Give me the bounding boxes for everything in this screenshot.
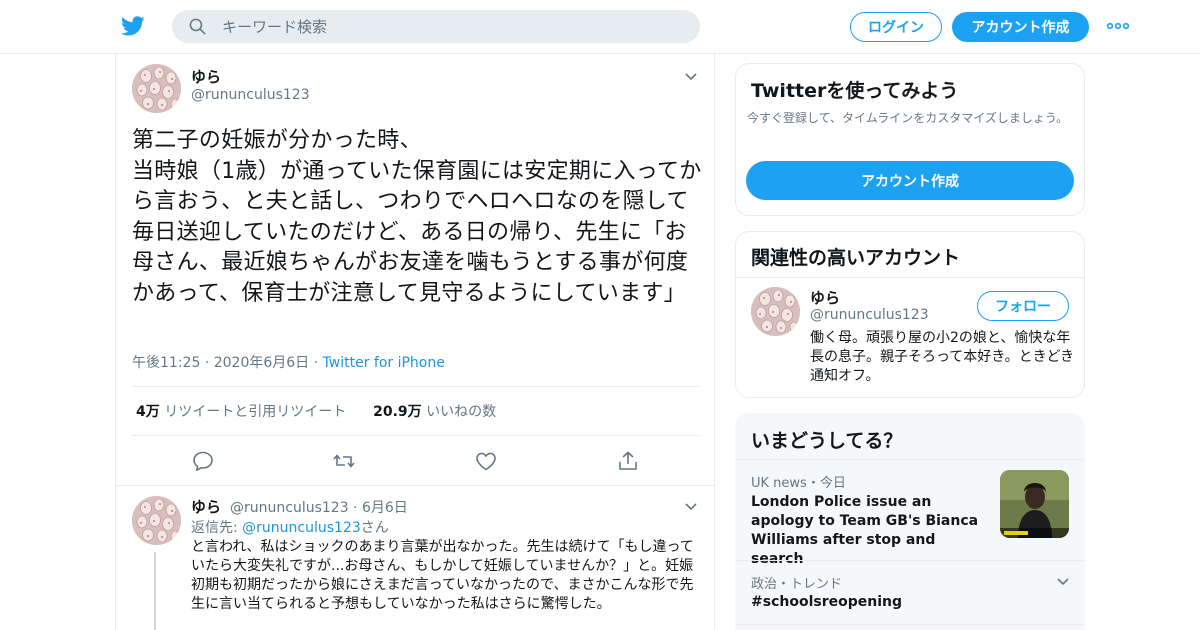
- tweet-stats: 4万 リツイートと引用リツイート 20.9万 いいねの数: [136, 401, 496, 421]
- top-bar: ログイン アカウント作成: [0, 0, 1200, 54]
- separator-dot: ·: [348, 500, 362, 516]
- follow-button[interactable]: フォロー: [977, 291, 1069, 321]
- tweet-author-handle[interactable]: @rununculus123: [191, 87, 310, 103]
- replying-to: 返信先: @rununculus123さん: [191, 517, 389, 537]
- twitter-bird-icon[interactable]: [120, 14, 146, 38]
- reply-author-name[interactable]: ゆら: [191, 496, 221, 517]
- trend-meta: UK news・今日: [751, 476, 846, 491]
- retweet-icon[interactable]: [332, 450, 356, 472]
- chevron-down-icon[interactable]: [684, 72, 698, 82]
- reply-text: と言われ、私はショックのあまり言葉が出なかった。先生は続けて「もし違っていたら大…: [191, 539, 694, 612]
- related-accounts-card: 関連性の高いアカウント ゆら @rununculus123 フォロー 働く母。頑…: [735, 231, 1085, 398]
- replying-to-suffix: さん: [360, 520, 389, 536]
- replying-to-handle-link[interactable]: @rununculus123: [242, 520, 361, 536]
- signup-button[interactable]: アカウント作成: [952, 12, 1089, 42]
- news-thumbnail-image[interactable]: [1000, 470, 1069, 538]
- related-account-handle[interactable]: @rununculus123: [810, 307, 929, 323]
- reply-icon[interactable]: [191, 450, 215, 472]
- tweet-date[interactable]: 2020年6月6日: [214, 355, 309, 371]
- like-stat-label: いいねの数: [426, 404, 497, 420]
- tweet-timestamp: 午後11:25 · 2020年6月6日 · Twitter for iPhone: [132, 352, 445, 372]
- reply-handle-text[interactable]: @rununculus123: [230, 500, 349, 516]
- reply-date[interactable]: 6月6日: [362, 500, 408, 516]
- reply-avatar[interactable]: [132, 496, 181, 545]
- trend-title[interactable]: #schoolsreopening: [751, 593, 1051, 612]
- retweet-stat-label: リツイートと引用リツイート: [164, 404, 347, 420]
- tweet-source-link[interactable]: Twitter for iPhone: [323, 355, 445, 371]
- chevron-down-icon[interactable]: [684, 502, 698, 512]
- tweet-author-name[interactable]: ゆら: [191, 66, 221, 87]
- related-accounts-title: 関連性の高いアカウント: [751, 247, 961, 269]
- related-avatar[interactable]: [751, 287, 800, 336]
- retweet-count: 4万: [136, 404, 160, 420]
- divider: [132, 435, 699, 436]
- try-twitter-subtitle: 今すぐ登録して、タイムラインをカスタマイズしましょう。: [747, 111, 1069, 125]
- divider: [132, 386, 699, 387]
- try-twitter-title: Twitterを使ってみよう: [751, 80, 959, 102]
- search-box[interactable]: [172, 10, 700, 43]
- trend-title[interactable]: London Police issue an apology to Team G…: [751, 493, 991, 569]
- login-button[interactable]: ログイン: [850, 12, 942, 42]
- trend-item[interactable]: UK news・今日 London Police issue an apolog…: [736, 459, 1084, 567]
- divider: [736, 277, 1084, 278]
- like-count: 20.9万: [373, 404, 422, 420]
- separator-dot: ·: [204, 355, 214, 371]
- chevron-down-icon[interactable]: [1056, 577, 1070, 587]
- search-input[interactable]: [222, 10, 682, 43]
- avatar[interactable]: [132, 64, 181, 113]
- replying-to-prefix: 返信先:: [191, 520, 243, 536]
- trend-meta: 政治・トレンド: [751, 577, 843, 592]
- try-twitter-card: Twitterを使ってみよう 今すぐ登録して、タイムラインをカスタマイズしましょ…: [735, 63, 1085, 216]
- trends-card: いまどうしてる？ UK news・今日 London Police issue …: [735, 413, 1085, 630]
- reply-author-handle[interactable]: @rununculus123 · 6月6日: [230, 497, 408, 517]
- create-account-button[interactable]: アカウント作成: [746, 161, 1074, 200]
- related-account-name[interactable]: ゆら: [810, 287, 840, 308]
- trend-item[interactable]: [736, 624, 1084, 630]
- like-stat[interactable]: 20.9万 いいねの数: [373, 404, 496, 420]
- tweet-time[interactable]: 午後11:25: [132, 355, 200, 371]
- like-heart-icon[interactable]: [474, 450, 498, 472]
- tweet-text: 第二子の妊娠が分かった時、 当時娘（1歳）が通っていた保育園には安定期に入ってか…: [132, 128, 702, 306]
- trends-title: いまどうしてる？: [751, 430, 903, 452]
- retweet-stat[interactable]: 4万 リツイートと引用リツイート: [136, 404, 346, 420]
- thread-line: [154, 552, 156, 630]
- related-account-bio: 働く母。頑張り屋の小2の娘と、愉快な年長の息子。親子そろって本好き。ときどき通知…: [810, 330, 1075, 384]
- separator-dot: ·: [313, 355, 323, 371]
- more-options-icon[interactable]: [1106, 20, 1130, 32]
- divider: [116, 485, 714, 486]
- search-icon: [189, 18, 206, 35]
- tweet-column: ゆら @rununculus123 第二子の妊娠が分かった時、 当時娘（1歳）が…: [115, 54, 715, 630]
- share-icon[interactable]: [616, 450, 640, 472]
- trend-item[interactable]: 政治・トレンド #schoolsreopening: [736, 560, 1084, 624]
